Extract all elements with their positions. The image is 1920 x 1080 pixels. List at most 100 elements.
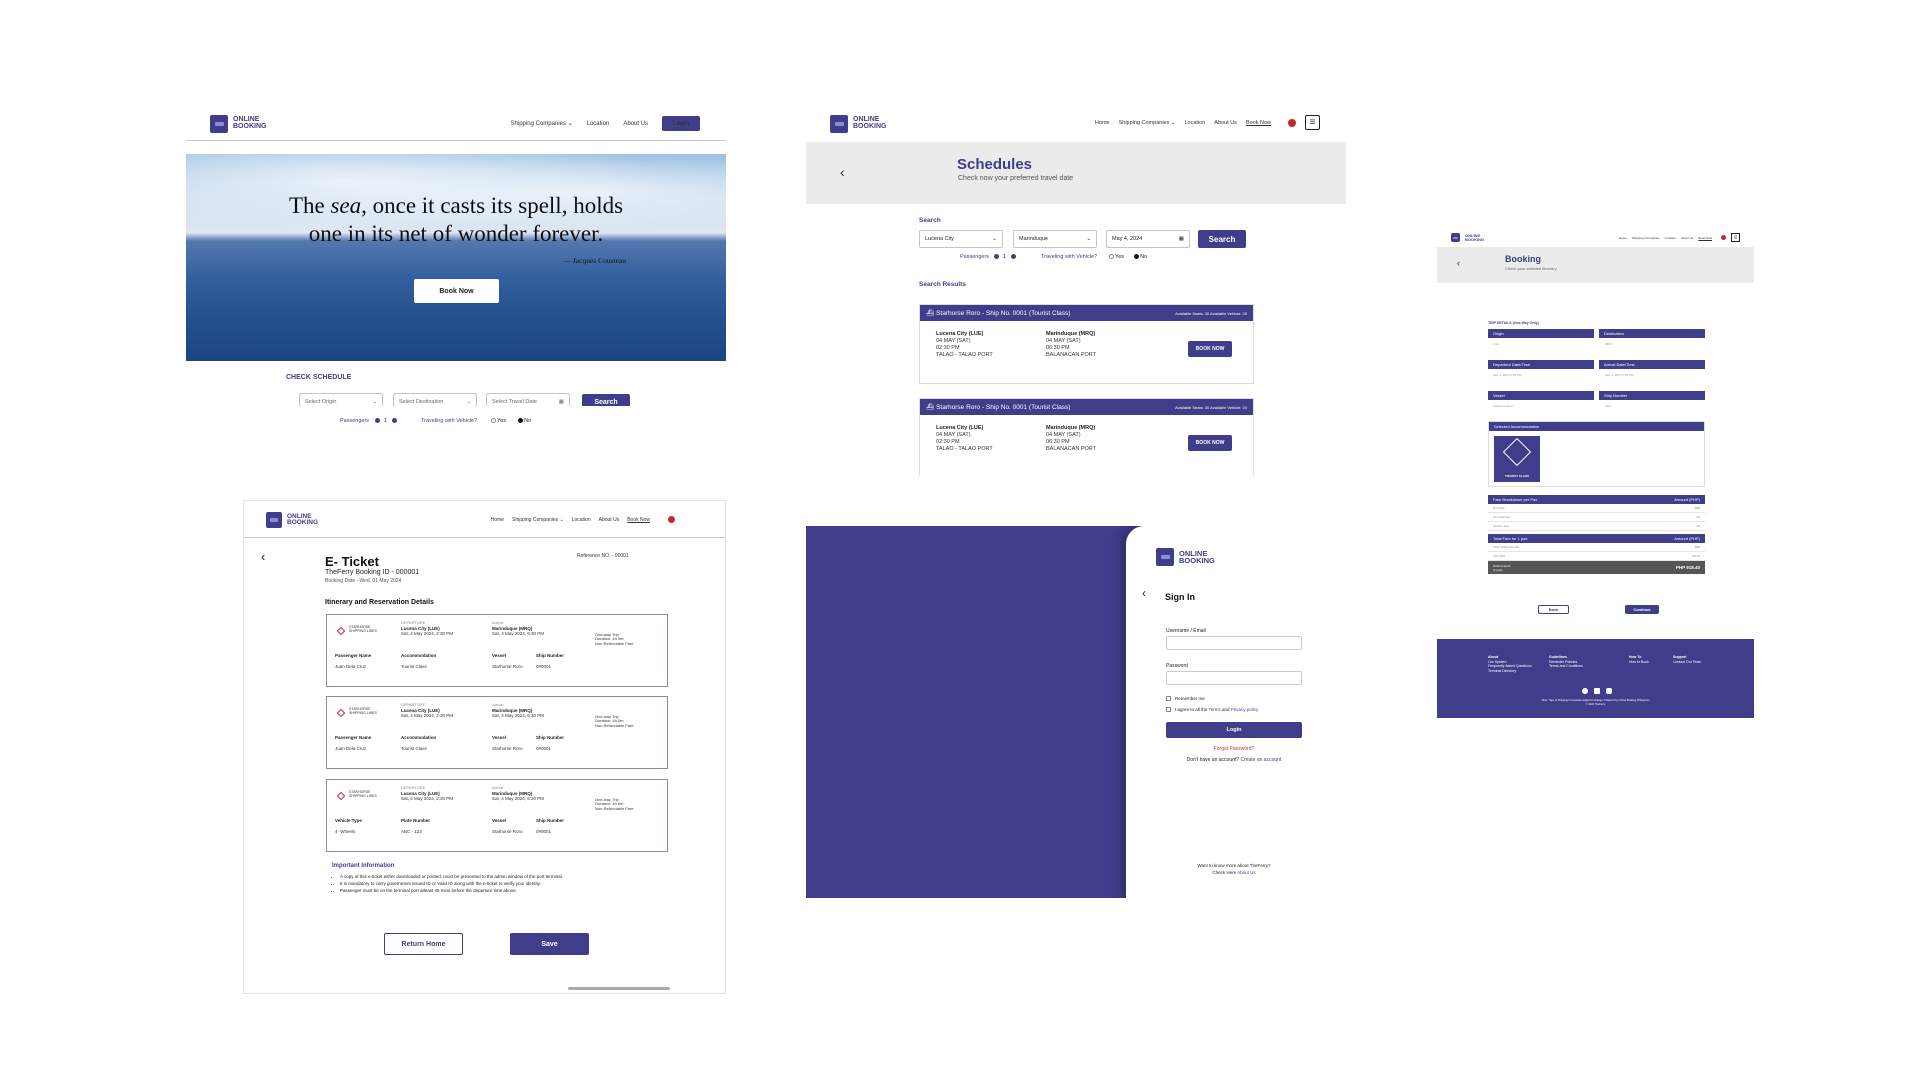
company-name: STARHORSE SHIPPING LINES [349,790,377,799]
return-home-button[interactable]: Return Home [384,933,463,955]
booking-page: ONLINE BOOKING Home Shipping Companies Lo… [1437,226,1754,718]
privacy-link[interactable]: Privacy policy [1231,707,1259,712]
footer-link[interactable]: Our System [1488,660,1506,664]
brand-logo[interactable]: ONLINE BOOKING [266,512,318,528]
plus-dot-icon[interactable] [1010,254,1016,260]
ship-icon: ⛴ [926,310,935,317]
nav-home[interactable]: Home [1095,120,1110,126]
nav-book-now[interactable]: Book Now [1246,120,1271,126]
back-arrow-icon[interactable]: ‹ [1457,258,1460,268]
chevron-down-icon: ⌄ [992,236,997,242]
ship-icon: ⛴ [926,404,935,411]
ticket-card: STARHORSE SHIPPING LINES DEPARTURE Lucen… [326,779,668,852]
nav-location[interactable]: Location [587,121,610,127]
nav-about-us[interactable]: About Us [599,517,620,523]
result-origin: Lucena City (LUE) 04 MAY (SAT) 02:30 PM … [936,331,993,358]
minus-dot-icon[interactable] [374,418,380,424]
agree-row: I agree to all the Terms and Privacy pol… [1166,707,1258,712]
ticket-card: STARHORSE SHIPPING LINES DEPARTURE Lucen… [326,696,668,769]
destination-select[interactable]: Select Destination ⌄ [393,393,477,406]
book-now-button[interactable]: BOOK NOW [1188,435,1232,451]
nav-location[interactable]: Location [1665,236,1676,240]
page-header: ‹ Booking Check your selected itinerary [1437,247,1754,283]
ferry-emblem-icon [1502,437,1532,467]
ship-number-value: 0001 [1605,404,1612,408]
hero-book-now-button[interactable]: Book Now [414,279,499,303]
footer-col-howto: How To How to Book [1629,655,1649,664]
vehicle-yes-radio[interactable] [1108,254,1114,260]
continue-button[interactable]: Continue [1625,605,1659,614]
total-row: Total Ticket Amount 880 [1488,543,1705,552]
search-button[interactable]: Search [582,394,630,406]
password-input[interactable] [1166,671,1302,685]
menu-icon[interactable]: ≡ [1305,115,1320,130]
plus-dot-icon[interactable] [391,418,397,424]
twitter-icon[interactable] [1594,688,1600,694]
accommodation-card[interactable]: TOURIST CLASS [1494,436,1540,482]
vehicle-no-radio[interactable] [1133,254,1139,260]
agree-checkbox[interactable] [1166,707,1171,712]
footer-link[interactable]: Terms and Conditions [1549,664,1583,668]
origin-select[interactable]: Select Origin ⌄ [299,393,383,406]
save-button[interactable]: Save [510,933,589,955]
calendar-icon: ▦ [558,399,564,405]
nav-about-us[interactable]: About Us [623,121,648,127]
minus-dot-icon[interactable] [993,254,999,260]
chevron-down-icon: ⌄ [1086,236,1091,242]
remember-checkbox[interactable] [1166,696,1171,701]
back-arrow-icon[interactable]: ‹ [261,549,265,564]
vehicle-no-radio[interactable] [517,418,523,424]
nav-shipping-companies[interactable]: Shipping Companies ⌄ [512,517,564,523]
back-arrow-icon[interactable]: ‹ [840,164,845,180]
travel-date-input[interactable]: May 4, 2024 ▦ [1106,230,1190,248]
about-us-link[interactable]: About Us [1237,870,1256,875]
footer-link[interactable]: Frequently Asked Questions [1488,664,1532,668]
nav-shipping-companies[interactable]: Shipping Companies ⌄ [511,120,573,127]
facebook-icon[interactable] [1582,688,1588,694]
back-arrow-icon[interactable]: ‹ [1142,586,1146,600]
nav-about-us[interactable]: About Us [1214,120,1237,126]
ticket-card: STARHORSE SHIPPING LINES DEPARTURE Lucen… [326,614,668,687]
nav-shipping-companies[interactable]: Shipping Companies [1632,236,1660,240]
social-icons [1582,688,1612,694]
forgot-password-link[interactable]: Forgot Password? [1166,746,1302,752]
create-account-link[interactable]: Create an account [1240,757,1281,763]
nav-location[interactable]: Location [1185,120,1206,126]
instagram-icon[interactable] [1606,688,1612,694]
ferry-logo-icon [1451,233,1460,242]
user-avatar-icon[interactable] [1288,118,1296,127]
login-button[interactable]: Login [1166,722,1302,738]
brand-logo[interactable]: ONLINE BOOKING [1451,233,1484,242]
footer-link[interactable]: Reminder Policies [1549,660,1577,664]
origin-select[interactable]: Lucena City ⌄ [919,230,1003,248]
nav-shipping-companies[interactable]: Shipping Companies ⌄ [1119,120,1176,126]
footer-link[interactable]: Terminal Directory [1488,669,1516,673]
book-now-button[interactable]: BOOK NOW [1188,341,1232,357]
terms-link[interactable]: Terms [1208,707,1220,712]
footer-link[interactable]: How to Book [1629,660,1649,664]
nav-about-us[interactable]: About Us [1681,236,1693,240]
nav-home[interactable]: Home [491,517,504,523]
company-logo-icon [336,626,346,636]
chevron-down-icon: ⌄ [567,121,573,127]
user-avatar-icon[interactable] [1721,235,1726,240]
brand-logo[interactable]: ONLINE BOOKING [210,115,266,133]
user-avatar-icon[interactable] [668,516,675,523]
brand-logo[interactable]: ONLINE BOOKING [830,115,886,133]
nav-book-now[interactable]: Book Now [1698,236,1712,240]
nav-location[interactable]: Location [572,517,591,523]
brand-logo[interactable]: ONLINE BOOKING [1156,548,1215,566]
company-logo-icon [336,791,346,801]
back-button[interactable]: Back [1538,605,1569,614]
know-more-text: Want to know more about TheFerry? [1197,863,1271,868]
username-input[interactable] [1166,636,1302,650]
search-button[interactable]: Search [1198,230,1246,248]
menu-icon[interactable]: ≡ [1731,233,1740,242]
travel-date-input[interactable]: Select Travel Date ▦ [486,393,570,406]
vehicle-yes-radio[interactable] [490,418,496,424]
nav-book-now[interactable]: Book Now [627,517,650,523]
destination-select[interactable]: Marinduque ⌄ [1013,230,1097,248]
login-button[interactable]: Login [662,116,700,131]
nav-home[interactable]: Home [1619,236,1627,240]
footer-link[interactable]: Contact Our Team [1673,660,1701,664]
